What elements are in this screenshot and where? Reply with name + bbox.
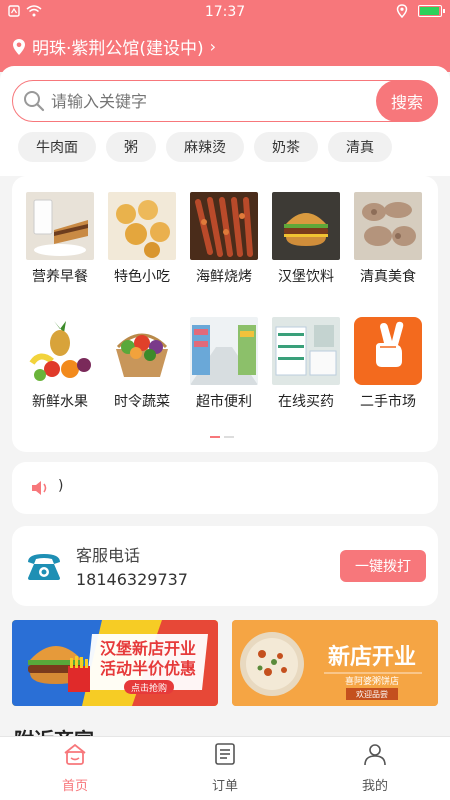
- porridge-promo-image: 新店开业 喜阿婆粥饼店 欢迎品尝: [232, 620, 438, 706]
- profile-icon: [364, 744, 386, 766]
- category-bbq[interactable]: 海鲜烧烤: [183, 192, 265, 286]
- bbq-image: [190, 192, 258, 260]
- status-bar: 17:37: [0, 0, 450, 24]
- tag-chip[interactable]: 粥: [106, 132, 156, 162]
- tab-profile[interactable]: 我的: [300, 737, 450, 800]
- tab-orders[interactable]: 订单: [150, 737, 300, 800]
- vegetable-image: [108, 317, 176, 385]
- porridge-promo-banner[interactable]: 新店开业 喜阿婆粥饼店 欢迎品尝: [232, 620, 438, 706]
- porridge-promo-shop: 喜阿婆粥饼店: [345, 675, 399, 687]
- snacks-image: [108, 192, 176, 260]
- secondhand-image: [354, 317, 422, 385]
- category-fruit[interactable]: 新鲜水果: [19, 317, 101, 411]
- category-secondhand[interactable]: 二手市场: [347, 317, 429, 411]
- category-supermarket[interactable]: 超市便利: [183, 317, 265, 411]
- burger-promo-line2: 活动半价优惠: [100, 659, 196, 678]
- burger-promo-banner[interactable]: 汉堡新店开业 活动半价优惠 点击抢购: [12, 620, 218, 706]
- tab-orders-label: 订单: [211, 779, 238, 794]
- location-selector[interactable]: 明珠·紫荆公馆(建设中) ›: [12, 34, 216, 59]
- tag-chip[interactable]: 清真: [328, 132, 392, 162]
- notice-bar[interactable]: ): [12, 462, 438, 514]
- category-halal[interactable]: 清真美食: [347, 192, 429, 286]
- hot-tags: 牛肉面 粥 麻辣烫 奶茶 清真: [18, 132, 392, 162]
- tag-chip[interactable]: 牛肉面: [18, 132, 96, 162]
- porridge-promo-title: 新店开业: [328, 644, 416, 670]
- search-bar: 搜索: [12, 80, 438, 122]
- clock: 17:37: [204, 4, 246, 20]
- tag-chip[interactable]: 麻辣烫: [166, 132, 244, 162]
- search-button[interactable]: 搜索: [376, 80, 438, 122]
- customer-service-card: 客服电话 18146329737 一键拨打: [12, 526, 438, 606]
- porridge-promo-sub: 欢迎品尝: [356, 689, 388, 699]
- service-title: 客服电话: [76, 546, 141, 565]
- chevron-right-icon: ›: [209, 37, 217, 56]
- burger-image: [272, 192, 340, 260]
- page-dot: [224, 436, 234, 438]
- tab-home-label: 首页: [61, 779, 88, 794]
- call-button[interactable]: 一键拨打: [340, 550, 426, 582]
- category-snacks[interactable]: 特色小吃: [101, 192, 183, 286]
- breakfast-image: [26, 192, 94, 260]
- search-input[interactable]: [51, 87, 371, 115]
- category-grid: 营养早餐 特色小吃 海鲜烧烤 汉堡饮料 清真美食 新鲜水果 时令蔬菜 超市便利 …: [12, 176, 438, 452]
- battery-icon: [418, 5, 445, 17]
- orders-icon: [215, 743, 235, 765]
- speaker-icon: [32, 481, 47, 495]
- category-pharmacy[interactable]: 在线买药: [265, 317, 347, 411]
- notice-text: ): [58, 478, 64, 494]
- tag-chip[interactable]: 奶茶: [254, 132, 318, 162]
- pharmacy-image: [272, 317, 340, 385]
- burger-promo-image: 汉堡新店开业 活动半价优惠 点击抢购: [12, 620, 218, 706]
- halal-image: [354, 192, 422, 260]
- fruit-image: [26, 317, 94, 385]
- telephone-icon: [28, 554, 60, 580]
- burger-promo-line1: 汉堡新店开业: [100, 639, 196, 658]
- page-dot-active: [210, 436, 220, 438]
- page-indicator: [210, 436, 234, 438]
- tab-profile-label: 我的: [361, 779, 388, 794]
- search-icon: [24, 91, 45, 112]
- category-breakfast[interactable]: 营养早餐: [19, 192, 101, 286]
- tab-home[interactable]: 首页: [0, 737, 150, 800]
- category-vegetable[interactable]: 时令蔬菜: [101, 317, 183, 411]
- bottom-tab-bar: 首页 订单 我的: [0, 736, 450, 800]
- location-label: 明珠·紫荆公馆(建设中): [32, 39, 204, 59]
- location-pin-icon: [13, 38, 25, 55]
- home-icon: [64, 743, 86, 765]
- category-burger[interactable]: 汉堡饮料: [265, 192, 347, 286]
- header: 明珠·紫荆公馆(建设中) ›: [0, 24, 450, 72]
- supermarket-image: [190, 317, 258, 385]
- burger-promo-button: 点击抢购: [131, 682, 167, 694]
- service-phone-number: 18146329737: [76, 570, 188, 589]
- location-icon: [396, 4, 408, 18]
